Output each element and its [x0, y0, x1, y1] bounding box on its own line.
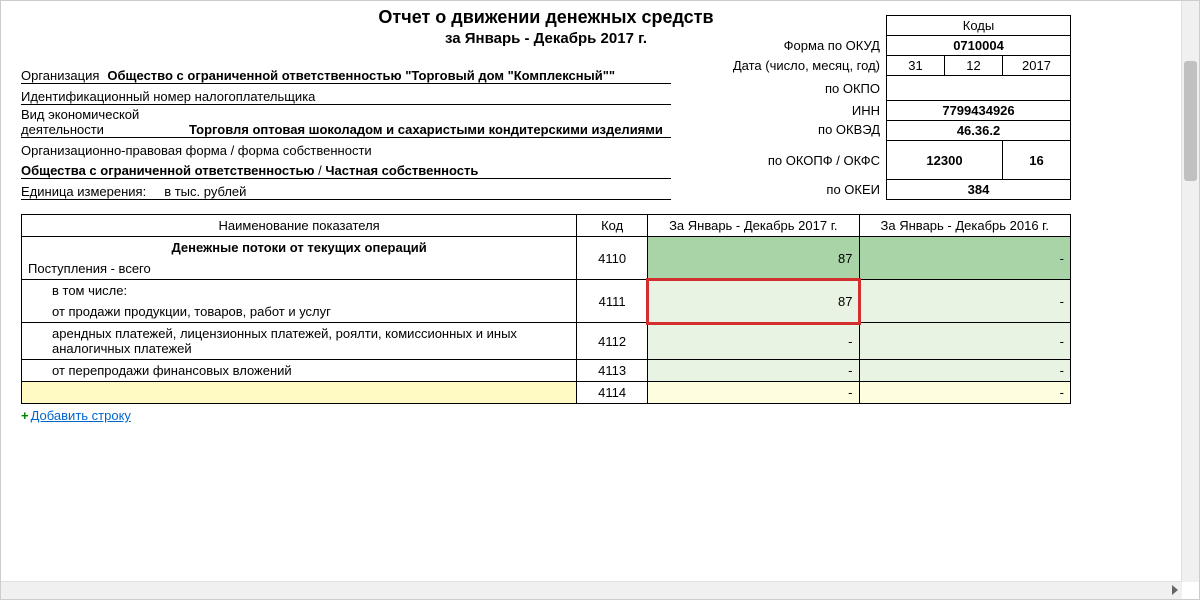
cell-4110-p1[interactable]: 87 [648, 237, 859, 280]
code-4111: 4111 [577, 280, 648, 323]
opf-value-1: Общества с ограниченной ответственностью [21, 163, 315, 178]
cell-4112-p1[interactable]: - [648, 323, 859, 360]
scroll-right-icon [1172, 585, 1178, 595]
scrollbar-vertical[interactable] [1181, 1, 1199, 582]
table-row: арендных платежей, лицензионных платежей… [22, 323, 1071, 360]
add-row-link[interactable]: Добавить строку [31, 408, 131, 423]
code-4110: 4110 [577, 237, 648, 280]
activity-row: Вид экономической деятельности Торговля … [21, 107, 671, 138]
unit-row: Единица измерения: в тыс. рублей [21, 181, 671, 200]
cell-4111-p2[interactable]: - [859, 280, 1071, 323]
cell-4111-p1[interactable]: 87 [648, 280, 859, 323]
date-day: 31 [887, 56, 945, 76]
section-header-row: Денежные потоки от текущих операций 4110… [22, 237, 1071, 259]
code-4113: 4113 [577, 360, 648, 382]
scrollbar-thumb[interactable] [1184, 61, 1197, 181]
okved-label: по ОКВЭД [727, 121, 887, 141]
table-row: в том числе: 4111 87 - [22, 280, 1071, 302]
inn-value: 7799434926 [887, 101, 1071, 121]
table-row: от перепродажи финансовых вложений 4113 … [22, 360, 1071, 382]
okei-label: по ОКЕИ [727, 180, 887, 200]
document-viewport: Отчет о движении денежных средств за Янв… [0, 0, 1200, 600]
okud-label: Форма по ОКУД [727, 36, 887, 56]
code-4114: 4114 [577, 382, 648, 404]
opf-value-row: Общества с ограниченной ответственностью… [21, 160, 671, 179]
codes-header: Коды [887, 16, 1071, 36]
okpo-value[interactable] [887, 76, 1071, 101]
date-month: 12 [945, 56, 1003, 76]
activity-value: Торговля оптовая шоколадом и сахаристыми… [189, 122, 671, 137]
document-content: Отчет о движении денежных средств за Янв… [1, 1, 1091, 423]
add-row-control[interactable]: +Добавить строку [21, 408, 1071, 423]
okpo-label: по ОКПО [727, 76, 887, 101]
col-header-name: Наименование показателя [22, 215, 577, 237]
okfs-value: 16 [1003, 141, 1071, 180]
date-year: 2017 [1003, 56, 1071, 76]
col-header-code: Код [577, 215, 648, 237]
codes-table: Коды Форма по ОКУД 0710004 Дата (число, … [727, 15, 1071, 200]
cell-4113-p2[interactable]: - [859, 360, 1071, 382]
okud-value: 0710004 [887, 36, 1071, 56]
okved-value: 46.36.2 [887, 121, 1071, 141]
org-info: Организация Общество с ограниченной отве… [21, 65, 671, 200]
unit-value: в тыс. рублей [154, 184, 671, 199]
cell-4112-p2[interactable]: - [859, 323, 1071, 360]
cell-4114-name[interactable] [22, 382, 577, 404]
date-label: Дата (число, месяц, год) [727, 56, 887, 76]
cell-4114-p1[interactable]: - [648, 382, 859, 404]
table-row: 4114 - - [22, 382, 1071, 404]
cell-4114-p2[interactable]: - [859, 382, 1071, 404]
okei-value: 384 [887, 180, 1071, 200]
org-name: Общество с ограниченной ответственностью… [107, 68, 671, 83]
org-row: Организация Общество с ограниченной отве… [21, 65, 671, 84]
code-4112: 4112 [577, 323, 648, 360]
okopf-value: 12300 [887, 141, 1003, 180]
header-area: Коды Форма по ОКУД 0710004 Дата (число, … [21, 65, 1071, 200]
cell-4110-p2[interactable]: - [859, 237, 1071, 280]
okopf-label: по ОКОПФ / ОКФС [727, 141, 887, 180]
opf-label-row: Организационно-правовая форма / форма со… [21, 140, 671, 158]
col-header-period1: За Январь - Декабрь 2017 г. [648, 215, 859, 237]
scrollbar-horizontal[interactable] [1, 581, 1182, 599]
taxpayer-id-row: Идентификационный номер налогоплательщик… [21, 86, 671, 105]
opf-value-2: Частная собственность [325, 163, 478, 178]
inn-label: ИНН [727, 101, 887, 121]
cashflow-table: Наименование показателя Код За Январь - … [21, 214, 1071, 404]
col-header-period2: За Январь - Декабрь 2016 г. [859, 215, 1071, 237]
cell-4113-p1[interactable]: - [648, 360, 859, 382]
plus-icon: + [21, 408, 31, 423]
